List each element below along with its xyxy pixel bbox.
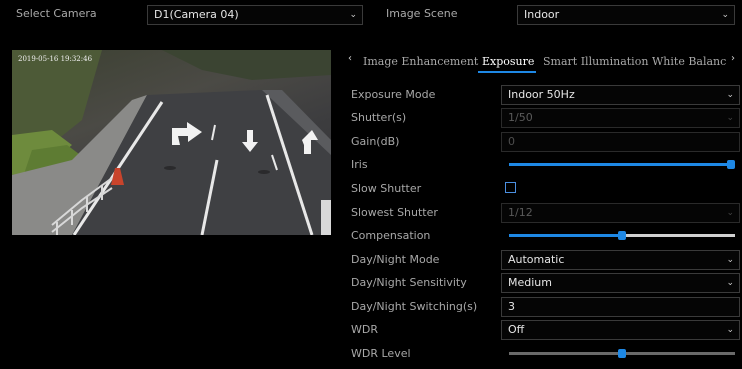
live-preview: 2019-05-16 19:32:46 bbox=[12, 50, 331, 235]
slowest-shutter-label: Slowest Shutter bbox=[351, 206, 438, 219]
image-scene-select[interactable]: Indoor ⌄ bbox=[517, 5, 735, 25]
camera-select-value: D1(Camera 04) bbox=[154, 8, 239, 21]
iris-slider[interactable] bbox=[509, 160, 735, 169]
wdr-level-slider-knob[interactable] bbox=[618, 349, 626, 358]
select-camera-label: Select Camera bbox=[16, 7, 97, 20]
day-night-mode-label: Day/Night Mode bbox=[351, 253, 440, 266]
gain-value: 0 bbox=[508, 135, 515, 148]
day-night-sensitivity-value: Medium bbox=[508, 276, 552, 289]
wdr-select[interactable]: Off ⌄ bbox=[501, 320, 740, 340]
tab-scroll-left-icon[interactable]: ‹ bbox=[348, 53, 352, 64]
compensation-slider-knob[interactable] bbox=[618, 231, 626, 240]
slowest-shutter-select[interactable]: 1/12 ⌄ bbox=[501, 203, 740, 223]
tab-white-balance[interactable]: White Balanc bbox=[652, 55, 726, 68]
exposure-mode-label: Exposure Mode bbox=[351, 88, 436, 101]
image-scene-select-value: Indoor bbox=[524, 8, 560, 21]
day-night-mode-select[interactable]: Automatic ⌄ bbox=[501, 250, 740, 270]
preview-timestamp: 2019-05-16 19:32:46 bbox=[18, 55, 93, 63]
exposure-mode-select[interactable]: Indoor 50Hz ⌄ bbox=[501, 85, 740, 105]
slow-shutter-checkbox[interactable] bbox=[505, 182, 516, 193]
day-night-sensitivity-select[interactable]: Medium ⌄ bbox=[501, 273, 740, 293]
day-night-mode-value: Automatic bbox=[508, 253, 565, 266]
shutter-select[interactable]: 1/50 ⌄ bbox=[501, 108, 740, 128]
day-night-switching-value: 3 bbox=[508, 300, 515, 313]
active-tab-indicator bbox=[478, 71, 536, 73]
day-night-switching-field[interactable]: 3 bbox=[501, 297, 740, 317]
chevron-down-icon: ⌄ bbox=[349, 10, 357, 20]
chevron-down-icon: ⌄ bbox=[726, 255, 734, 265]
shutter-value: 1/50 bbox=[508, 111, 533, 124]
compensation-slider[interactable] bbox=[509, 231, 735, 240]
chevron-down-icon: ⌄ bbox=[726, 113, 734, 123]
iris-slider-knob[interactable] bbox=[727, 160, 735, 169]
tab-smart-illumination[interactable]: Smart Illumination bbox=[543, 55, 648, 68]
wdr-level-slider-fill bbox=[509, 352, 622, 355]
tab-image-enhancement[interactable]: Image Enhancement bbox=[363, 55, 478, 68]
slow-shutter-label: Slow Shutter bbox=[351, 182, 422, 195]
iris-slider-fill bbox=[509, 163, 735, 166]
wdr-level-label: WDR Level bbox=[351, 347, 411, 360]
iris-label: Iris bbox=[351, 158, 368, 171]
slowest-shutter-value: 1/12 bbox=[508, 206, 533, 219]
wdr-value: Off bbox=[508, 323, 525, 336]
tab-exposure[interactable]: Exposure bbox=[482, 55, 534, 68]
compensation-label: Compensation bbox=[351, 229, 431, 242]
street-scene-image bbox=[12, 50, 331, 235]
chevron-down-icon: ⌄ bbox=[726, 278, 734, 288]
gain-field[interactable]: 0 bbox=[501, 132, 740, 152]
tab-scroll-right-icon[interactable]: › bbox=[731, 53, 735, 64]
chevron-down-icon: ⌄ bbox=[726, 90, 734, 100]
top-bar: Select Camera D1(Camera 04) ⌄ Image Scen… bbox=[0, 0, 742, 30]
exposure-mode-value: Indoor 50Hz bbox=[508, 88, 575, 101]
image-scene-label: Image Scene bbox=[386, 7, 458, 20]
day-night-sensitivity-label: Day/Night Sensitivity bbox=[351, 276, 467, 289]
chevron-down-icon: ⌄ bbox=[726, 208, 734, 218]
gain-label: Gain(dB) bbox=[351, 135, 400, 148]
shutter-label: Shutter(s) bbox=[351, 111, 407, 124]
wdr-label: WDR bbox=[351, 323, 378, 336]
day-night-switching-label: Day/Night Switching(s) bbox=[351, 300, 478, 313]
compensation-slider-fill bbox=[509, 234, 622, 237]
camera-select[interactable]: D1(Camera 04) ⌄ bbox=[147, 5, 363, 25]
chevron-down-icon: ⌄ bbox=[726, 325, 734, 335]
wdr-level-slider[interactable] bbox=[509, 349, 735, 358]
chevron-down-icon: ⌄ bbox=[721, 10, 729, 20]
